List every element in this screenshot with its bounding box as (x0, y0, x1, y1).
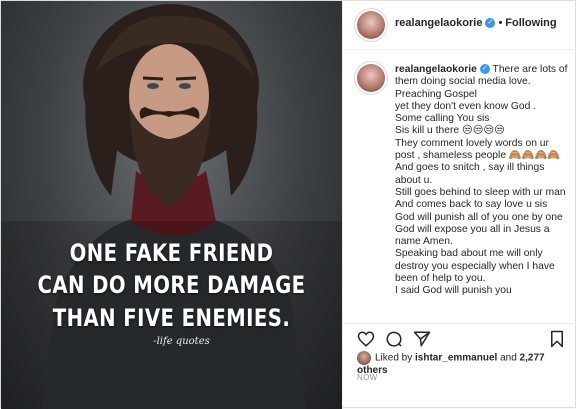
instagram-post: ONE FAKE FRIEND CAN DO MORE DAMAGE THAN … (0, 0, 576, 409)
caption-line: Still goes behind to sleep with ur man (395, 186, 566, 198)
post-timestamp[interactable]: NOW (357, 373, 377, 382)
avatar[interactable] (357, 11, 385, 39)
verified-icon: ✓ (479, 64, 490, 75)
caption-username[interactable]: realangelaokorie (395, 64, 477, 75)
caption-line: Speaking bad about me will only destroy … (395, 248, 555, 285)
comments-area[interactable]: realangelaokorie ✓ There are lots of them… (343, 50, 576, 318)
share-icon[interactable] (413, 330, 431, 348)
caption-line: God will expose you all in Jesus a name … (395, 223, 550, 248)
caption-line: They comment lovely words on ur post , s… (395, 137, 561, 162)
man-portrait (1, 4, 342, 409)
likes-middle: and (497, 352, 520, 364)
caption-avatar[interactable] (357, 64, 385, 92)
caption-line: Sis kill u there 😒😒😒😒 (395, 125, 505, 137)
post-sidebar: realangelaokorie ✓ • Following realangelaok… (342, 1, 576, 409)
caption-line: Preaching Gospel (395, 88, 477, 100)
heart-icon[interactable] (357, 330, 375, 348)
caption-line: yet they don't even know God . (395, 100, 537, 112)
quote-line-2: CAN DO MORE DAMAGE (37, 271, 306, 299)
quote-line-1: ONE FAKE FRIEND (69, 239, 274, 267)
following-button[interactable]: Following (505, 17, 556, 29)
comment-icon[interactable] (385, 330, 403, 348)
quote-signature: -life quotes (153, 336, 210, 347)
post-header: realangelaokorie ✓ • Following (343, 1, 576, 50)
caption-line: Some calling You sis (395, 113, 490, 125)
caption-line: God will punish all of you one by one (395, 211, 563, 223)
bookmark-icon[interactable] (548, 330, 566, 348)
header-user-line: realangelaokorie ✓ • Following (395, 17, 557, 29)
post-image[interactable]: ONE FAKE FRIEND CAN DO MORE DAMAGE THAN … (1, 1, 342, 409)
separator-dot: • (498, 17, 503, 29)
likes-prefix: Liked by (375, 352, 416, 364)
caption-line: And comes back to say love u sis (395, 199, 548, 211)
liker-username[interactable]: ishtar_emmanuel (415, 353, 497, 364)
action-bar (343, 323, 576, 350)
liker-avatar[interactable] (357, 351, 371, 365)
username-link[interactable]: realangelaokorie (395, 17, 482, 29)
caption-line: And goes to snitch , say ill things abou… (395, 162, 545, 186)
caption-text: realangelaokorie ✓ There are lots of them… (395, 64, 571, 298)
verified-icon: ✓ (485, 18, 496, 29)
likes-summary: Liked by ishtar_emmanuel and 2,277 other… (357, 351, 576, 376)
quote-line-3: THAN FIVE ENEMIES. (52, 304, 291, 332)
caption-line: I said God will punish you (395, 285, 512, 297)
